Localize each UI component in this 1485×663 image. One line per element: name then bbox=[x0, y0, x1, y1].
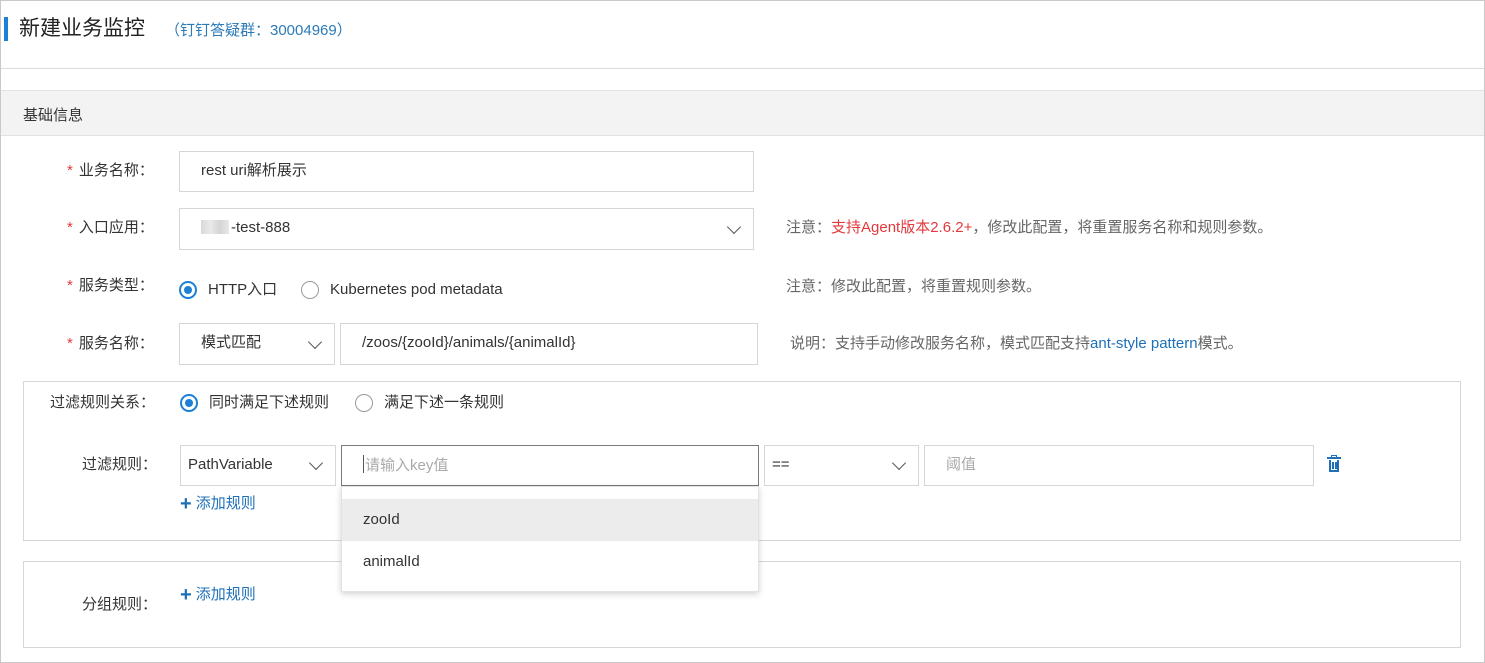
entry-app-label-text: 入口应用： bbox=[78, 219, 154, 236]
filter-rule-label: 过滤规则： bbox=[82, 456, 158, 473]
required-mark: * bbox=[67, 219, 73, 236]
plus-icon: + bbox=[180, 493, 192, 515]
service-name-mode-value: 模式匹配 bbox=[201, 334, 262, 351]
radio-kubernetes[interactable] bbox=[301, 281, 319, 299]
page-header: 新建业务监控 （钉钉答疑群：30004969） bbox=[1, 1, 1484, 69]
trash-icon[interactable] bbox=[1327, 455, 1341, 473]
entry-app-label: * 入口应用： bbox=[67, 218, 154, 238]
radio-any-rule-label[interactable]: 满足下述一条规则 bbox=[384, 393, 504, 413]
filter-key-input[interactable]: 请输入key值 bbox=[341, 445, 759, 486]
section-header: 基础信息 bbox=[1, 90, 1484, 136]
entry-app-value: -test-888 bbox=[231, 219, 291, 236]
service-name-value: /zoos/{zooId}/animals/{animalId} bbox=[362, 334, 576, 351]
dropdown-option-animalid[interactable]: animalId bbox=[342, 541, 758, 583]
page-title: 新建业务监控 bbox=[19, 17, 145, 40]
entry-app-note-suffix: ，修改此配置，将重置服务名称和规则参数。 bbox=[972, 219, 1273, 236]
business-name-value: rest uri解析展示 bbox=[201, 162, 307, 179]
service-name-note-prefix: 说明：支持手动修改服务名称，模式匹配支持 bbox=[790, 335, 1091, 352]
business-name-input[interactable]: rest uri解析展示 bbox=[179, 151, 754, 192]
dropdown-option-zooid[interactable]: zooId bbox=[342, 499, 758, 541]
entry-app-note-prefix: 注意： bbox=[786, 219, 832, 236]
service-name-label: * 服务名称： bbox=[67, 334, 154, 354]
title-accent-bar bbox=[4, 17, 8, 41]
business-name-label-text: 业务名称： bbox=[78, 162, 154, 179]
page-subtitle: （钉钉答疑群：30004969） bbox=[165, 22, 352, 39]
radio-all-rules-label[interactable]: 同时满足下述规则 bbox=[209, 393, 329, 413]
service-type-note: 注意：修改此配置，将重置规则参数。 bbox=[786, 278, 1042, 295]
group-rule-label: 分组规则： bbox=[82, 596, 158, 613]
group-add-rule-button[interactable]: + 添加规则 bbox=[180, 585, 256, 605]
business-name-label: * 业务名称： bbox=[67, 161, 154, 181]
radio-kubernetes-label[interactable]: Kubernetes pod metadata bbox=[330, 280, 503, 300]
entry-app-note-highlight: 支持Agent版本2.6.2+ bbox=[831, 219, 973, 236]
radio-all-rules[interactable] bbox=[180, 394, 198, 412]
ant-style-pattern-link[interactable]: ant-style pattern bbox=[1090, 335, 1198, 352]
entry-app-select[interactable]: -test-888 bbox=[179, 208, 754, 250]
required-mark: * bbox=[67, 162, 73, 179]
redacted-prefix bbox=[201, 220, 229, 234]
group-add-rule-label: 添加规则 bbox=[195, 586, 256, 603]
filter-threshold-placeholder: 阈值 bbox=[946, 456, 977, 473]
service-name-label-text: 服务名称： bbox=[78, 335, 154, 352]
service-name-note: 说明：支持手动修改服务名称，模式匹配支持ant-style pattern模式。 bbox=[790, 334, 1243, 354]
text-caret bbox=[363, 455, 364, 473]
filter-add-rule-button[interactable]: + 添加规则 bbox=[180, 494, 256, 514]
filter-rule-type-value: PathVariable bbox=[188, 456, 273, 473]
radio-http-entry[interactable] bbox=[179, 281, 197, 299]
radio-any-rule[interactable] bbox=[355, 394, 373, 412]
section-title: 基础信息 bbox=[23, 107, 84, 124]
filter-add-rule-label: 添加规则 bbox=[195, 495, 256, 512]
filter-operator-value: == bbox=[772, 456, 790, 473]
key-options-dropdown: zooId animalId bbox=[341, 486, 759, 592]
plus-icon: + bbox=[180, 584, 192, 606]
entry-app-note: 注意：支持Agent版本2.6.2+，修改此配置，将重置服务名称和规则参数。 bbox=[786, 218, 1272, 238]
service-name-input[interactable]: /zoos/{zooId}/animals/{animalId} bbox=[340, 323, 758, 365]
filter-key-placeholder: 请输入key值 bbox=[365, 457, 449, 474]
filter-threshold-input[interactable]: 阈值 bbox=[924, 445, 1314, 486]
filter-relation-label: 过滤规则关系： bbox=[50, 394, 156, 411]
required-mark: * bbox=[67, 277, 73, 294]
radio-http-entry-label[interactable]: HTTP入口 bbox=[208, 280, 277, 300]
service-name-note-suffix: 模式。 bbox=[1197, 335, 1243, 352]
service-type-label-text: 服务类型： bbox=[78, 277, 154, 294]
service-type-label: * 服务类型： bbox=[67, 276, 154, 296]
required-mark: * bbox=[67, 335, 73, 352]
